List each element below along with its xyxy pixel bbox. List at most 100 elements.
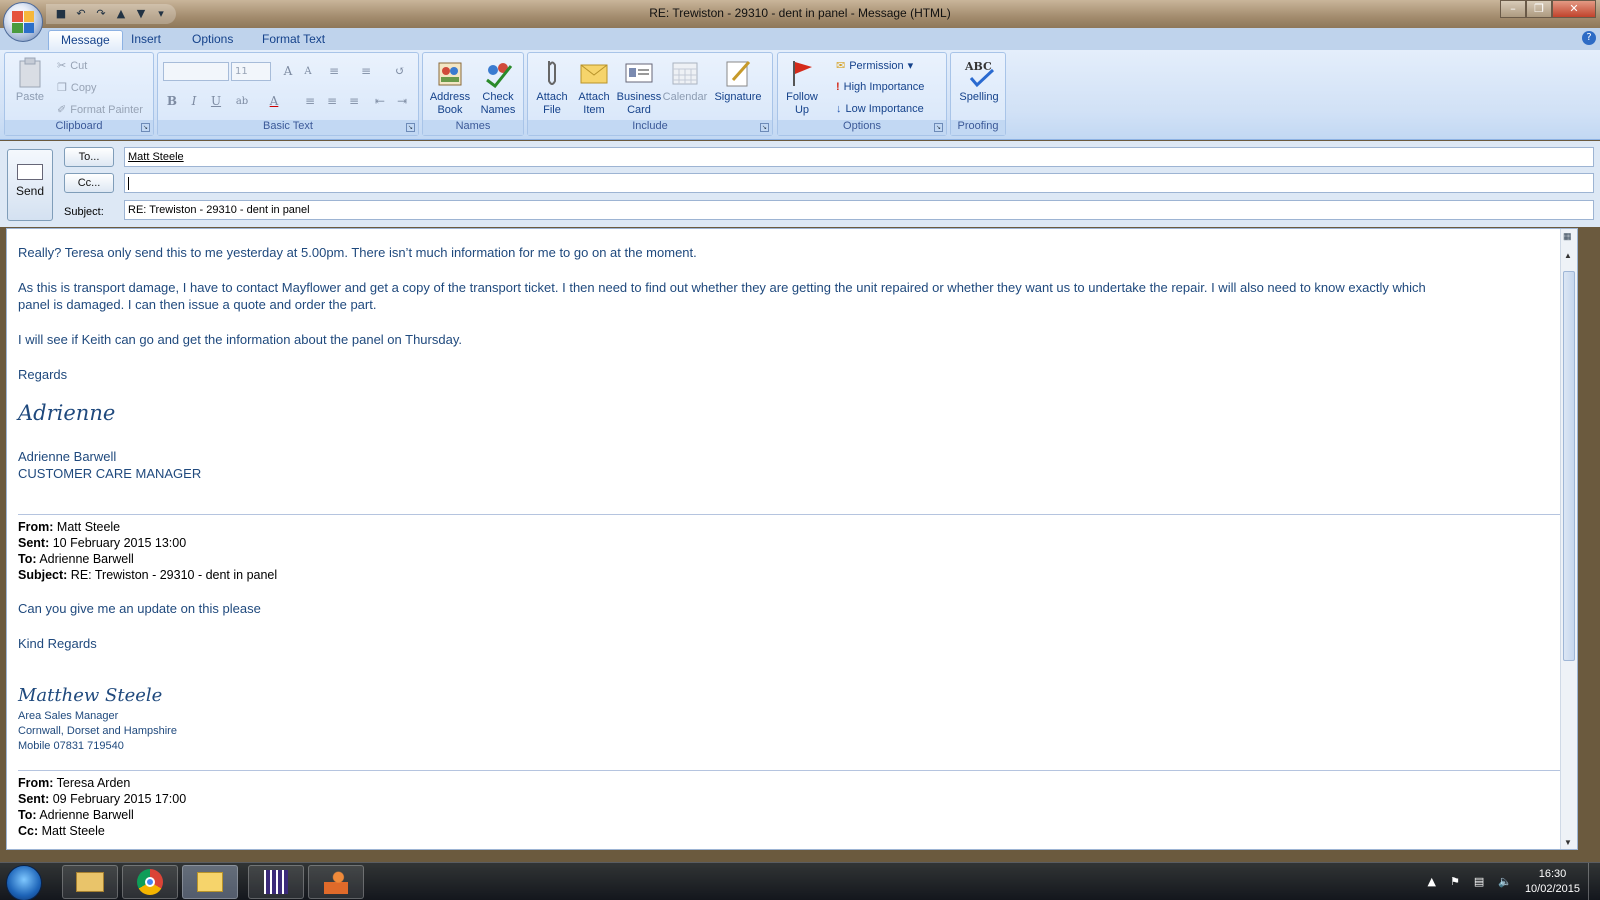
divider	[18, 770, 1574, 771]
subject-field[interactable]: RE: Trewiston - 29310 - dent in panel	[124, 200, 1594, 220]
cc-button[interactable]: Cc...	[64, 173, 114, 193]
signature-name: Adrienne Barwell	[18, 449, 117, 464]
tab-options[interactable]: Options	[180, 30, 245, 50]
brush-icon: ✐	[57, 104, 67, 116]
font-color-icon[interactable]: A	[264, 92, 284, 111]
attach-file-button[interactable]: Attach File	[530, 57, 574, 117]
subject-label: Subject:	[64, 206, 104, 218]
taskbar: ▲ ⚑ ▤ 🔈 16:30 10/02/2015	[0, 862, 1600, 900]
scroll-thumb[interactable]	[1563, 271, 1575, 661]
regards-text: Regards	[18, 367, 68, 382]
address-book-button[interactable]: Address Book	[427, 57, 473, 117]
quoted-mobile: Mobile 07831 719540	[18, 740, 124, 752]
tab-insert[interactable]: Insert	[119, 30, 173, 50]
font-size-box[interactable]: 11	[231, 62, 271, 81]
copy-button[interactable]: ❐ Copy	[57, 81, 97, 95]
paste-button[interactable]: Paste	[11, 57, 49, 104]
scroll-down-icon[interactable]: ▼	[1564, 838, 1572, 847]
align-left-icon[interactable]: ≡	[300, 92, 320, 111]
chrome-icon	[137, 869, 163, 895]
chrome-taskbar-button[interactable]	[122, 865, 178, 899]
clipboard-group: Paste ✂ Cut ❐ Copy ✐ Format Painter Clipboa…	[4, 52, 154, 136]
underline-icon[interactable]: U	[206, 92, 226, 111]
dialog-launcher-icon[interactable]: ↘	[406, 123, 415, 132]
body-paragraph: As this is transport damage, I have to c…	[18, 280, 1426, 295]
app-taskbar-button[interactable]	[248, 865, 304, 899]
italic-icon[interactable]: I	[184, 92, 204, 111]
low-importance-button[interactable]: ↓ Low Importance	[836, 103, 924, 115]
show-hidden-icons-icon[interactable]: ▲	[1428, 875, 1436, 888]
folder-icon	[76, 872, 104, 892]
to-button[interactable]: To...	[64, 147, 114, 167]
format-painter-button[interactable]: ✐ Format Painter	[57, 103, 143, 117]
volume-icon[interactable]: 🔈	[1498, 875, 1512, 888]
to-field[interactable]: Matt Steele	[124, 147, 1594, 167]
minimize-button[interactable]: –	[1500, 0, 1526, 18]
users-taskbar-button[interactable]	[308, 865, 364, 899]
dialog-launcher-icon[interactable]: ↘	[760, 123, 769, 132]
align-center-icon[interactable]: ≡	[322, 92, 342, 111]
calendar-icon	[669, 57, 701, 89]
help-icon[interactable]: ?	[1582, 31, 1596, 45]
clear-format-icon[interactable]: ↺	[390, 62, 410, 81]
ruler-icon[interactable]: ▦	[1563, 231, 1572, 242]
clock-time: 16:30	[1538, 868, 1567, 880]
check-names-button[interactable]: Check Names	[475, 57, 521, 117]
tab-format-text[interactable]: Format Text	[250, 30, 337, 50]
bullets-icon[interactable]: ≡	[324, 62, 344, 81]
options-group: Follow Up ✉ Permission ▾ ! High Importance …	[777, 52, 947, 136]
message-body[interactable]: Really? Teresa only send this to me yest…	[6, 228, 1578, 850]
follow-up-button[interactable]: Follow Up	[780, 57, 824, 117]
spelling-button[interactable]: ABC Spelling	[953, 57, 1005, 104]
permission-button[interactable]: ✉ Permission ▾	[836, 59, 914, 73]
names-group-label: Names	[423, 120, 523, 135]
taskbar-clock[interactable]: 16:30 10/02/2015	[1525, 867, 1580, 897]
quoted-script-signature: Matthew Steele	[18, 685, 163, 706]
maximize-button[interactable]: ❐	[1526, 0, 1552, 18]
cc-field[interactable]	[124, 173, 1594, 193]
font-name-box[interactable]	[163, 62, 229, 81]
users-icon	[324, 870, 348, 894]
quoted-subject: Subject: RE: Trewiston - 29310 - dent in…	[18, 568, 278, 582]
send-button[interactable]: Send	[7, 149, 53, 221]
vertical-scrollbar[interactable]: ▦ ▲ ▼	[1560, 229, 1577, 849]
shrink-font-icon[interactable]: A	[298, 62, 318, 81]
ribbon-tabs: Message Insert Options Format Text ?	[0, 28, 1600, 50]
show-desktop-button[interactable]	[1588, 863, 1600, 900]
action-center-flag-icon[interactable]: ⚑	[1450, 875, 1460, 888]
grow-font-icon[interactable]: A	[278, 62, 298, 81]
office-button[interactable]	[3, 2, 43, 42]
clipboard-group-label: Clipboard	[5, 120, 153, 135]
high-importance-button[interactable]: ! High Importance	[836, 81, 924, 93]
start-button[interactable]	[6, 865, 42, 900]
outlook-icon	[197, 872, 223, 892]
office-logo-icon	[12, 11, 34, 33]
scroll-up-icon[interactable]: ▲	[1564, 251, 1572, 260]
numbering-icon[interactable]: ≡	[356, 62, 376, 81]
bold-icon[interactable]: B	[162, 92, 182, 111]
quoted-sent: Sent: 09 February 2015 17:00	[18, 792, 187, 806]
increase-indent-icon[interactable]: ⇥	[392, 92, 412, 111]
include-group: Attach File Attach Item Business Card Ca…	[527, 52, 773, 136]
quoted-from: From: Teresa Arden	[18, 776, 131, 790]
highlight-icon[interactable]: ab	[232, 92, 252, 111]
calendar-button[interactable]: Calendar	[662, 57, 708, 104]
decrease-indent-icon[interactable]: ⇤	[370, 92, 390, 111]
dialog-launcher-icon[interactable]: ↘	[141, 123, 150, 132]
outlook-taskbar-button[interactable]	[182, 865, 238, 899]
attach-item-button[interactable]: Attach Item	[574, 57, 614, 117]
cut-button[interactable]: ✂ Cut	[57, 59, 87, 73]
down-arrow-icon: ↓	[836, 103, 842, 115]
dropdown-arrow-icon: ▾	[907, 60, 914, 72]
align-right-icon[interactable]: ≡	[344, 92, 364, 111]
address-book-icon	[434, 57, 466, 89]
dialog-launcher-icon[interactable]: ↘	[934, 123, 943, 132]
close-button[interactable]: ✕	[1552, 0, 1596, 18]
script-signature: Adrienne	[18, 401, 116, 425]
signature-button[interactable]: Signature	[708, 57, 768, 104]
explorer-taskbar-button[interactable]	[62, 865, 118, 899]
network-icon[interactable]: ▤	[1474, 875, 1484, 888]
copy-icon: ❐	[57, 82, 67, 94]
business-card-button[interactable]: Business Card	[616, 57, 662, 117]
tab-message[interactable]: Message	[48, 30, 123, 50]
